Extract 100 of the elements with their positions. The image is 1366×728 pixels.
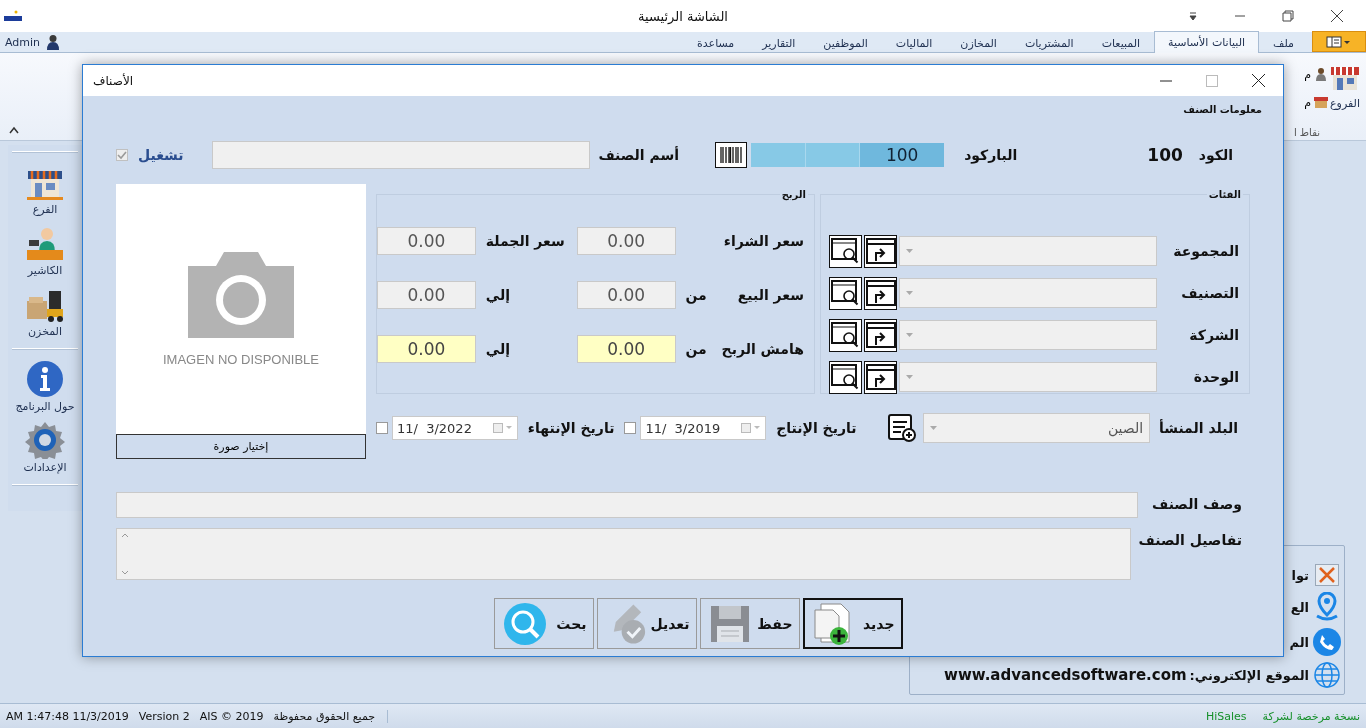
from-label: من [685,341,707,357]
dropdown-icon[interactable] [1188,11,1198,21]
calendar-dropdown-icon [741,423,762,433]
user-name: Admin [5,35,41,49]
company-name: HiSales [1205,709,1247,723]
ribbon-tab[interactable]: البيانات الأساسية [1154,31,1260,53]
date-label: تاريخ الإنتاج [776,420,857,436]
code-label: الكود [1198,147,1233,163]
date-field[interactable]: 11/ 3/2022 [392,416,518,440]
scrollbar-arrows-icon [121,532,129,576]
search-button[interactable] [829,318,862,352]
camera-icon [188,251,294,338]
sidebar-item[interactable]: المخزن [12,283,78,340]
ribbon-tab[interactable]: المبيعات [1087,33,1155,53]
add-button[interactable] [864,360,897,394]
price-label: سعر الجملة [485,233,565,249]
field-label: الشركة [1188,327,1240,343]
contact-label: الموقع الإلكتروني: [1189,667,1309,683]
price-field[interactable]: 0.00 [576,335,676,363]
ribbon-tab[interactable]: التقارير [748,33,810,53]
location-pin-icon [1314,592,1340,622]
dropdown-arrow-icon [906,332,913,338]
code-value: 100 [1147,145,1183,165]
ribbon-tab[interactable]: مساعدة [683,33,749,53]
window-title: الشاشة الرئيسية [638,8,728,24]
ribbon-tab[interactable]: المشتريات [1010,33,1088,53]
ribbon-tab[interactable]: الموظفين [809,33,882,53]
name-field[interactable] [211,141,591,169]
action-button[interactable]: جديد [802,598,903,649]
details-field[interactable] [116,528,1131,580]
restore-icon[interactable] [1282,10,1294,22]
name-label: أسم الصنف [598,147,680,163]
sidebar-item[interactable]: الكاشير [12,222,78,279]
status-text: نسخة مرخصة لشركة [1262,709,1360,723]
date-field[interactable]: 11/ 3/2019 [640,416,767,440]
ribbon-tab[interactable]: المخازن [946,33,1011,53]
contact-label: الع [1290,599,1309,615]
close-icon[interactable] [1252,74,1265,87]
list-add-button[interactable] [886,413,917,443]
add-button[interactable] [864,234,897,268]
search-button[interactable] [829,276,862,310]
price-field[interactable]: 0.00 [576,227,676,255]
group-title: الربح [779,189,808,200]
add-button[interactable] [864,276,897,310]
barcode-field[interactable]: 100 [751,143,945,167]
price-label: سعر البيع [737,287,804,303]
globe-icon [1313,662,1341,688]
from-label: من [685,287,707,303]
price-label: إلي [485,287,511,303]
search-icon [830,279,861,307]
store-icon [1314,95,1328,109]
app-menu-button[interactable] [1312,31,1366,52]
user-icon [46,34,61,50]
action-button[interactable]: بحث [493,598,594,649]
settings-icon [25,421,65,459]
status-text: AIS © 2019 [199,709,264,723]
barcode-label: الباركود [964,147,1018,163]
close-icon[interactable] [1330,9,1344,23]
dropdown-field[interactable] [899,236,1157,266]
price-field[interactable]: 0.00 [576,281,676,309]
date-checkbox[interactable] [376,422,388,434]
website-link[interactable]: www.advancedsoftware.com [944,666,1187,684]
placeholder-text: IMAGEN NO DISPONIBLE [163,351,320,367]
status-text: Version 2 [138,709,190,723]
status-text: AM 1:47:48 11/3/2019 [6,709,129,723]
price-label: إلي [485,341,511,357]
dropdown-field[interactable] [899,278,1157,308]
search-button[interactable] [829,360,862,394]
sidebar-item[interactable]: الإعدادات [12,419,78,476]
price-label: سعر الشراء [723,233,804,249]
description-label: وصف الصنف [1151,495,1243,512]
price-field[interactable]: 0.00 [377,227,476,255]
ribbon-button[interactable]: م [1304,67,1328,81]
collapse-icon[interactable] [9,126,19,134]
sidebar-item[interactable]: الفرع [12,161,78,218]
search-button[interactable] [829,234,862,268]
ribbon-tab[interactable]: الماليات [881,33,947,53]
group-title: الفئات [1206,189,1243,200]
details-label: تفاصيل الصنف [1137,531,1243,548]
ribbon-button[interactable]: م [1304,95,1328,109]
ribbon-group-label: نقاط ا [1293,127,1320,138]
logo-icon [4,9,22,23]
price-field[interactable]: 0.00 [377,335,476,363]
date-checkbox[interactable] [624,422,637,434]
calendar-dropdown-icon [492,423,513,433]
price-field[interactable]: 0.00 [377,281,476,309]
sidebar-item[interactable]: حول البرنامج [12,358,78,415]
ribbon-button[interactable]: الفروع [1328,61,1362,112]
barcode-button[interactable] [715,142,748,168]
dropdown-arrow-icon [929,425,937,431]
dropdown-field[interactable] [899,362,1157,392]
choose-image-button[interactable]: إختيار صورة [116,434,366,459]
description-field[interactable] [116,492,1138,518]
ribbon-tab[interactable]: ملف [1259,33,1308,53]
origin-dropdown[interactable]: الصين [922,413,1151,443]
dialog-title: الأصناف [93,73,134,88]
price-label: هامش الربح [721,341,804,357]
dropdown-field[interactable] [899,320,1157,350]
add-button[interactable] [864,318,897,352]
field-label: المجموعة [1172,243,1240,259]
